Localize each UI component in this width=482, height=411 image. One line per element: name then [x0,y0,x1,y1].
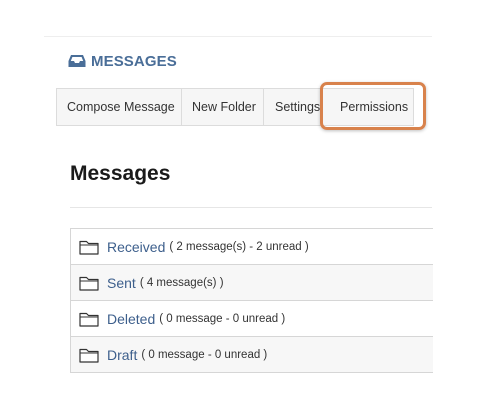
folder-row-sent: Sent ( 4 message(s) ) [71,265,433,301]
folder-count-received: ( 2 message(s) - 2 unread ) [169,240,309,253]
top-divider [44,36,432,37]
folder-row-draft: Draft ( 0 message - 0 unread ) [71,337,433,373]
folder-link-received[interactable]: Received [107,239,165,255]
folder-row-deleted: Deleted ( 0 message - 0 unread ) [71,301,433,337]
folder-icon [79,312,99,327]
tab-new-folder[interactable]: New Folder [182,89,264,125]
folder-count-deleted: ( 0 message - 0 unread ) [159,312,286,325]
title-divider [70,207,432,208]
folder-icon [79,276,99,291]
tool-header: MESSAGES [68,52,177,70]
folder-link-deleted[interactable]: Deleted [107,311,155,327]
folder-link-draft[interactable]: Draft [107,347,137,363]
tab-settings[interactable]: Settings [264,89,322,125]
folder-icon [79,240,99,255]
permissions-highlight-callout [320,82,426,130]
folder-link-sent[interactable]: Sent [107,275,136,291]
folder-icon [79,348,99,363]
folder-list: Received ( 2 message(s) - 2 unread ) Sen… [70,228,433,373]
inbox-tray-icon [68,55,86,67]
folder-row-received: Received ( 2 message(s) - 2 unread ) [71,229,433,265]
tool-title: MESSAGES [91,52,177,70]
page-title: Messages [70,162,171,185]
folder-count-sent: ( 4 message(s) ) [139,276,224,289]
folder-count-draft: ( 0 message - 0 unread ) [141,348,268,361]
tab-compose-message[interactable]: Compose Message [57,89,182,125]
